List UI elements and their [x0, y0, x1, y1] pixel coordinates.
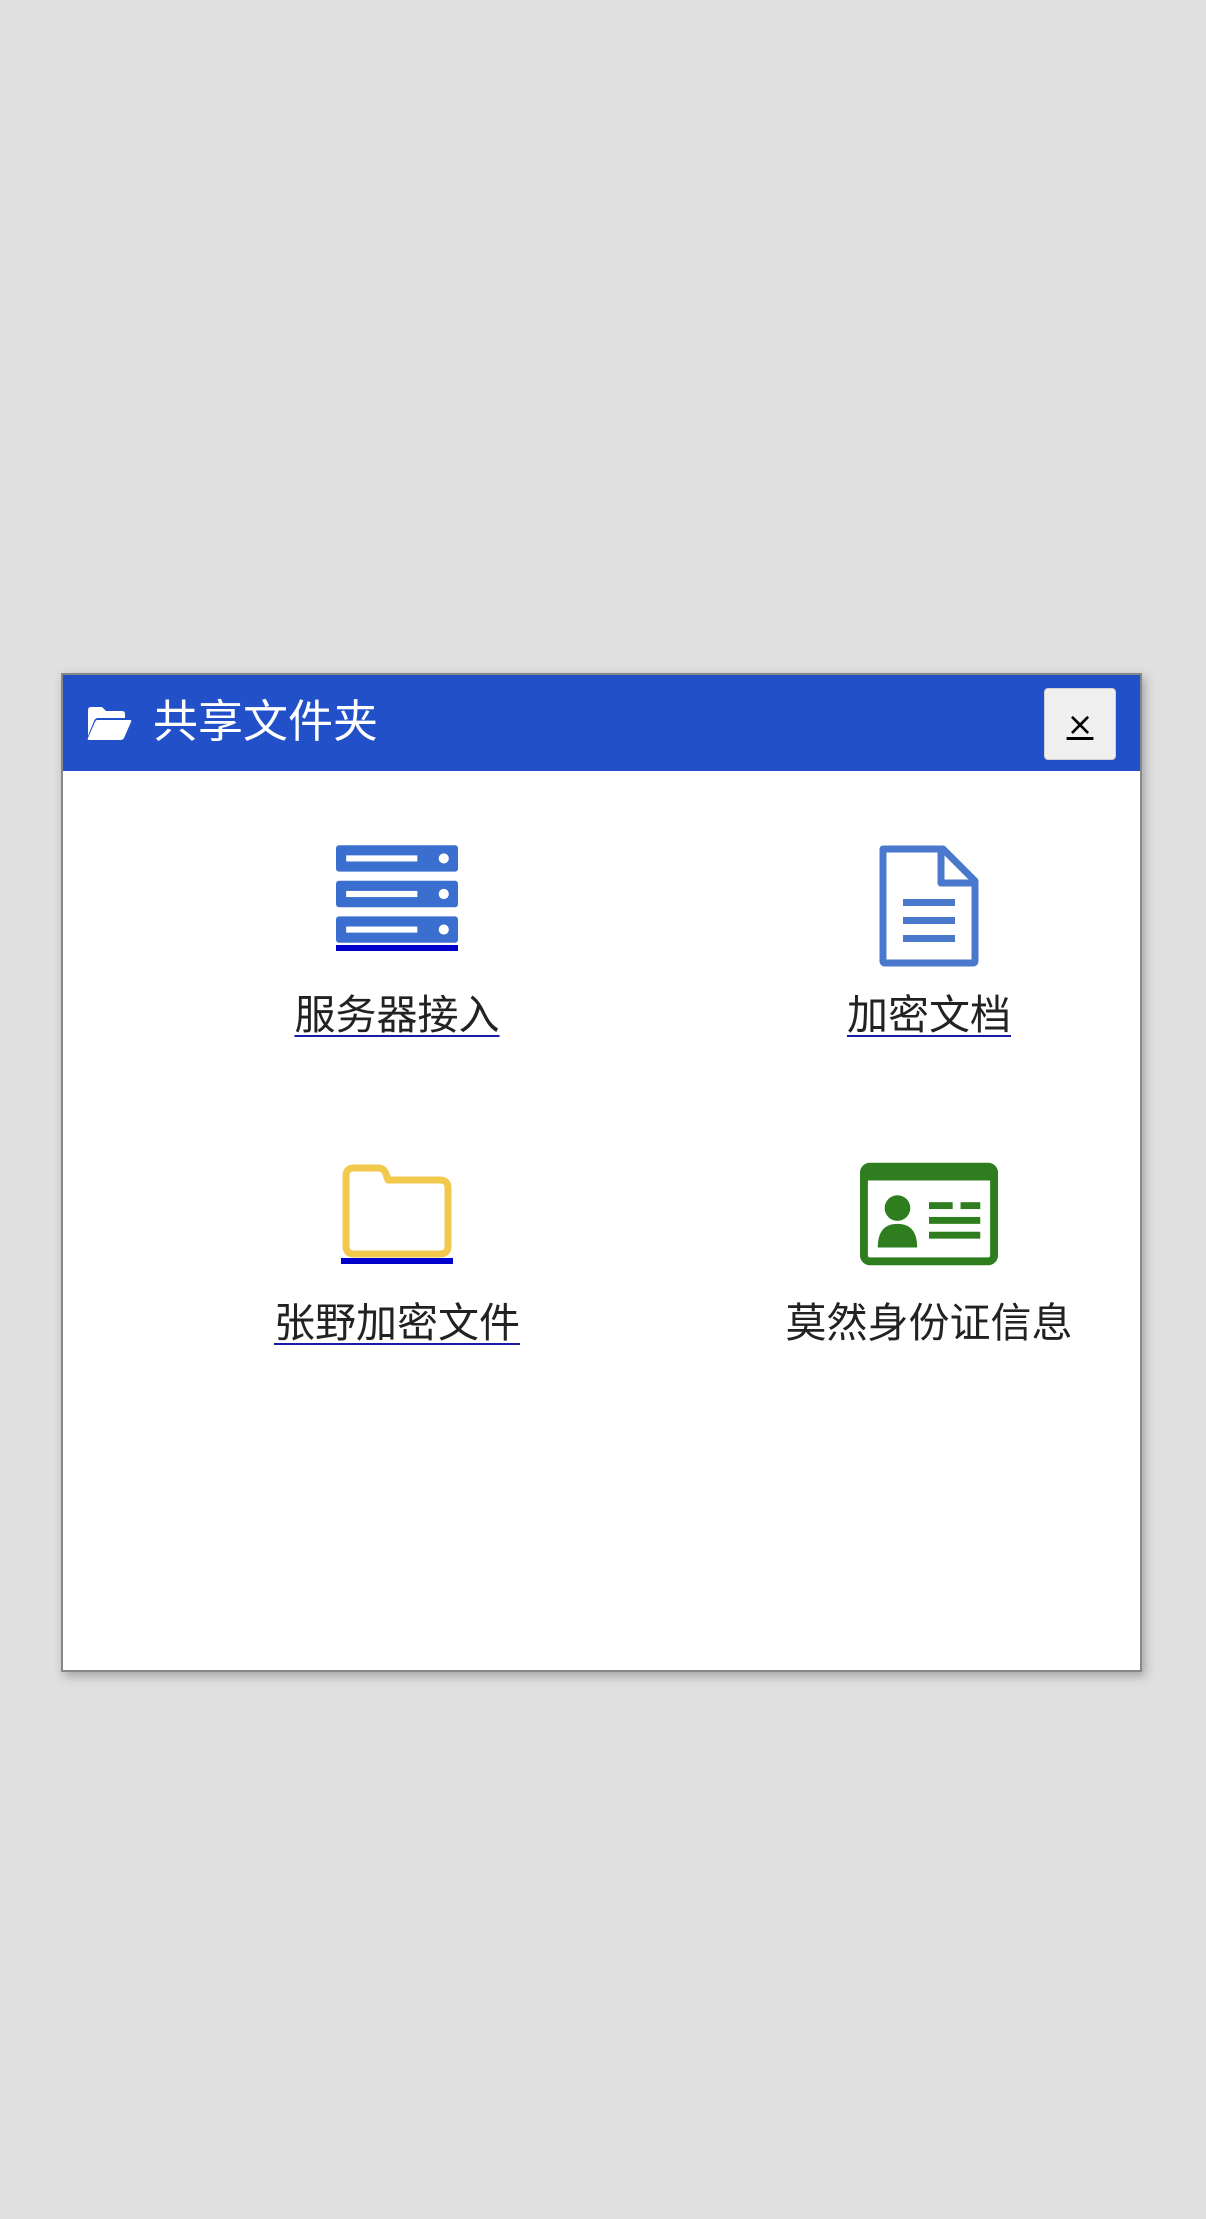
item-label-moran-id-info[interactable]: 莫然身份证信息 [679, 1298, 1179, 1348]
id-card-icon [860, 1162, 998, 1266]
shared-folder-dialog: 共享文件夹 × 服务器接入 加密文档 张野加密文件 莫然身份证信息 [61, 673, 1142, 1672]
item-label-server-access[interactable]: 服务器接入 [147, 990, 647, 1040]
icon-link-underline [336, 945, 458, 951]
folder-item-zhangye-files[interactable]: 张野加密文件 [147, 1162, 647, 1362]
folder-open-icon [87, 707, 132, 740]
server-icon [336, 845, 458, 943]
folder-item-moran-id-info[interactable]: 莫然身份证信息 [679, 1162, 1179, 1362]
close-icon: × [1066, 705, 1094, 743]
item-label-encrypted-doc[interactable]: 加密文档 [679, 990, 1179, 1040]
item-label-zhangye-files[interactable]: 张野加密文件 [147, 1298, 647, 1348]
folder-icon [342, 1164, 452, 1258]
close-button[interactable]: × [1044, 688, 1116, 760]
folder-item-encrypted-doc[interactable]: 加密文档 [679, 845, 1179, 1045]
folder-item-server-access[interactable]: 服务器接入 [147, 845, 647, 1045]
dialog-titlebar: 共享文件夹 × [63, 675, 1140, 771]
dialog-title: 共享文件夹 [153, 695, 379, 748]
icon-link-underline [341, 1258, 453, 1264]
document-icon [879, 845, 979, 967]
